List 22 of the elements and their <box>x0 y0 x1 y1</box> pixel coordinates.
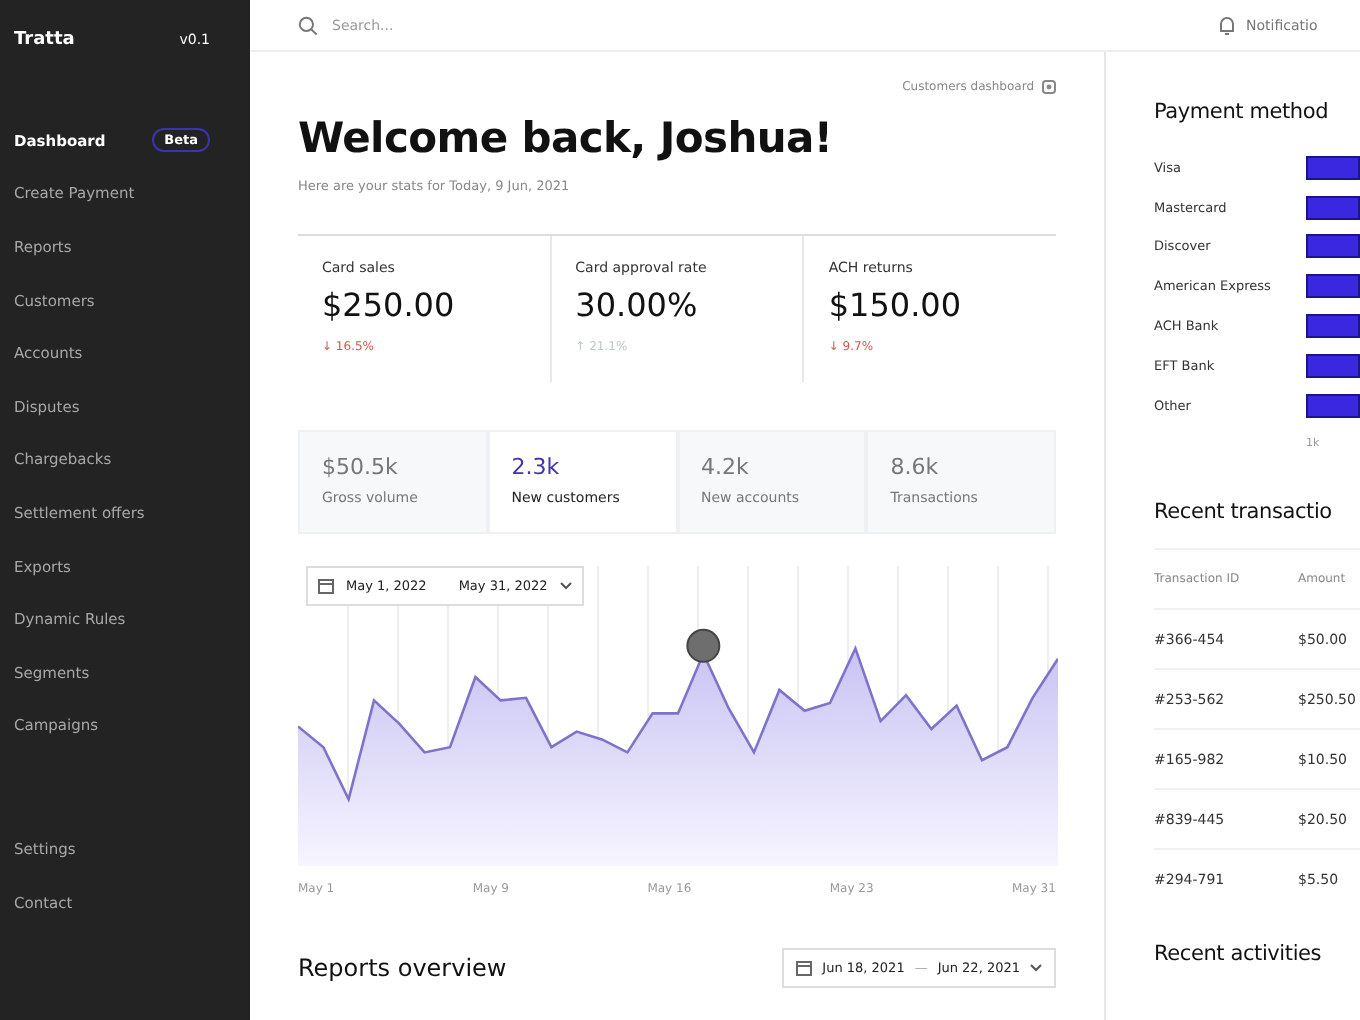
stat-value: $250.00 <box>322 286 457 324</box>
recent-transactions-title: Recent transactio <box>1154 500 1334 525</box>
payment-methods-title: Payment method <box>1154 100 1331 124</box>
method-bar <box>1306 393 1360 418</box>
method-bar <box>1306 234 1360 259</box>
reports-overview-title: Reports overview <box>298 954 507 982</box>
method-bar <box>1306 314 1360 339</box>
caret-icon <box>1030 964 1042 972</box>
method-bar <box>1306 195 1360 220</box>
stat-value: $150.00 <box>828 286 964 324</box>
bell-icon <box>1218 15 1236 35</box>
caret-icon <box>559 582 572 590</box>
stat-value: 30.00% <box>575 286 700 324</box>
search-icon <box>298 15 318 35</box>
method-bar <box>1306 155 1360 180</box>
welcome-title: Welcome back, Joshua! <box>298 114 835 162</box>
calendar-icon <box>796 960 813 976</box>
method-bar <box>1306 274 1360 299</box>
brand-name: Tratta <box>14 30 75 50</box>
recent-activities-title: Recent activities <box>1154 942 1324 967</box>
method-bar <box>1306 353 1360 378</box>
calendar-icon <box>318 578 334 594</box>
